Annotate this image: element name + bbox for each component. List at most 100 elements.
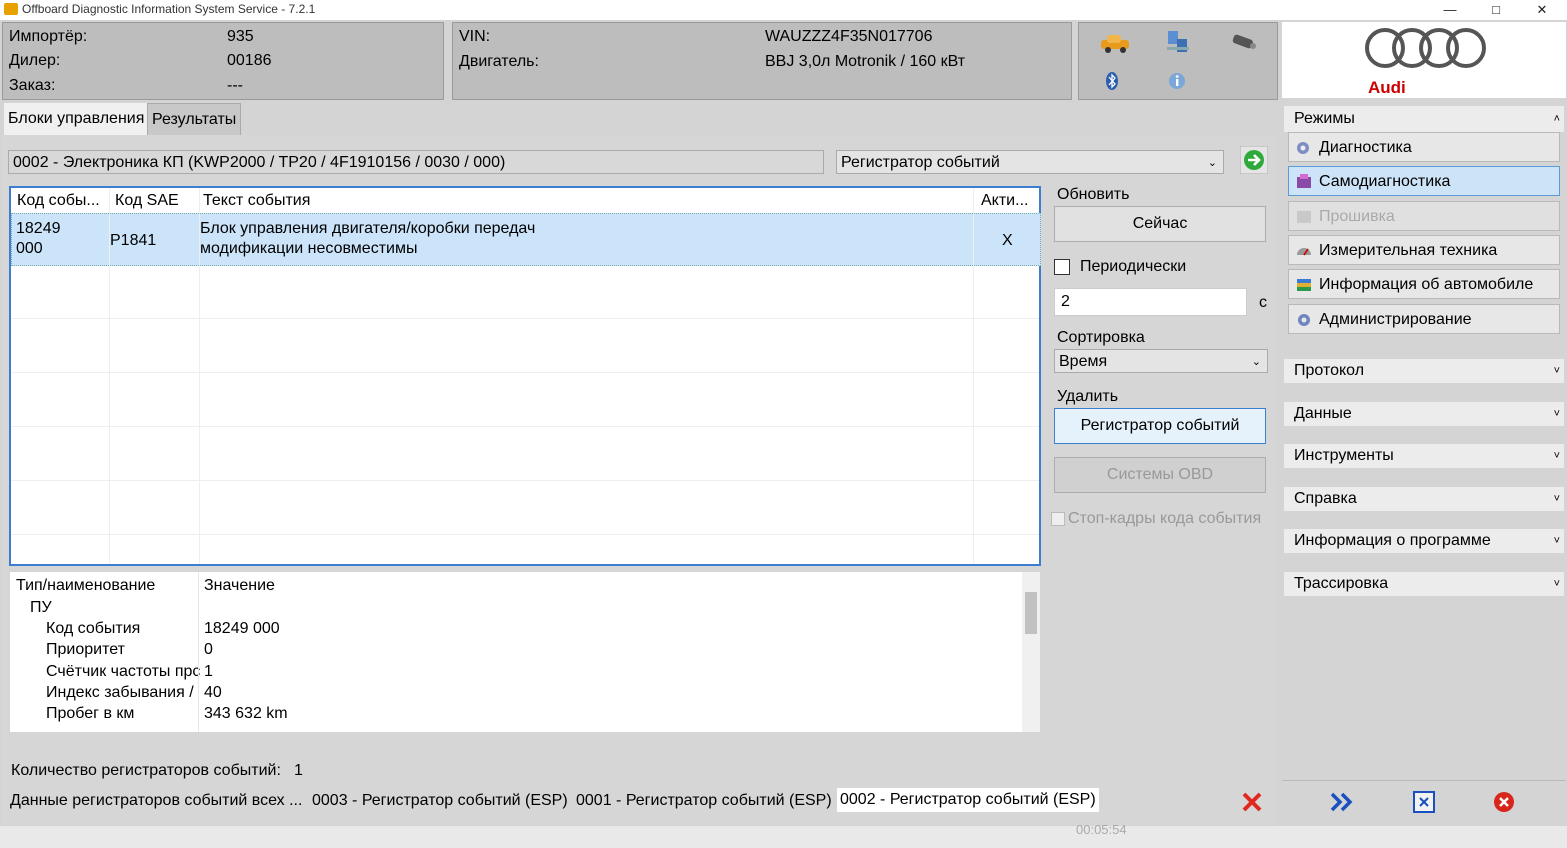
control-unit-field[interactable]: 0002 - Электроника КП (KWP2000 / TP20 / … [8, 150, 824, 174]
mode-label: Диагностика [1319, 139, 1412, 156]
mode-label: Самодиагностика [1319, 173, 1451, 190]
bluetooth-icon[interactable] [1105, 71, 1119, 91]
delete-event-recorder-button[interactable]: Регистратор событий [1054, 408, 1266, 444]
freeze-frame-checkbox[interactable] [1051, 512, 1065, 526]
dealer-value: 00186 [227, 52, 272, 69]
chevron-down-icon: ˅ [1553, 535, 1560, 547]
stethoscope-icon [1297, 142, 1309, 154]
chevron-down-icon: ˅ [1553, 450, 1560, 462]
section-label: Данные [1294, 405, 1352, 422]
screenshot-icon[interactable] [1410, 788, 1438, 816]
row-active: X [1002, 232, 1013, 249]
vin-value: WAUZZZ4F35N017706 [765, 28, 933, 45]
section-tools[interactable]: Инструменты ˅ [1284, 444, 1564, 468]
mode-label: Информация об автомобиле [1319, 276, 1534, 293]
details-scrollbar[interactable] [1022, 572, 1040, 732]
recorder-link-0001[interactable]: 0001 - Регистратор событий (ESP) [576, 792, 832, 810]
gauge-icon [1297, 248, 1311, 256]
brand-area: Audi [1282, 22, 1566, 98]
vci-connector-icon[interactable] [1229, 33, 1259, 53]
self-diagnostics-icon [1297, 174, 1311, 188]
col-header-text[interactable]: Текст события [203, 188, 310, 214]
section-protocol[interactable]: Протокол ˅ [1284, 359, 1564, 383]
mode-measurement[interactable]: Измерительная техника [1288, 235, 1560, 265]
row-sae: P1841 [110, 232, 157, 249]
col-header-code[interactable]: Код собы... [17, 188, 100, 214]
mode-administration[interactable]: Администрирование [1288, 304, 1560, 334]
chevron-down-icon: ˅ [1553, 408, 1560, 420]
detail-value-3: 40 [204, 684, 222, 701]
freeze-frame-label: Стоп-кадры кода события [1068, 510, 1262, 527]
detail-name-4: Пробег в км [46, 705, 135, 722]
title-bar: Offboard Diagnostic Information System S… [0, 0, 1567, 20]
close-window-button[interactable]: ✕ [1520, 0, 1564, 20]
minimize-button[interactable]: — [1428, 0, 1472, 20]
audi-rings-logo [1365, 28, 1486, 68]
mode-select[interactable]: Регистратор событий ⌄ [836, 150, 1224, 174]
delete-obd-button[interactable]: Системы OBD [1054, 457, 1266, 493]
chevron-down-icon: ˅ [1553, 365, 1560, 377]
detail-name-2: Счётчик частоты прс [46, 663, 200, 680]
section-help[interactable]: Справка ˅ [1284, 487, 1564, 511]
row-code2: 000 [16, 240, 43, 257]
col-header-sae[interactable]: Код SAE [115, 188, 179, 214]
section-about[interactable]: Информация о программе ˅ [1284, 529, 1564, 553]
network-icon[interactable] [1165, 29, 1191, 55]
section-trace[interactable]: Трассировка ˅ [1284, 572, 1564, 596]
flash-icon [1297, 211, 1311, 223]
section-label: Трассировка [1294, 575, 1389, 592]
mode-diagnostics[interactable]: Диагностика [1288, 132, 1560, 162]
count-value: 1 [294, 762, 303, 779]
section-data[interactable]: Данные ˅ [1284, 402, 1564, 426]
chevron-down-icon: ˅ [1553, 493, 1560, 505]
go-button[interactable] [1240, 146, 1268, 174]
interval-unit: с [1259, 294, 1267, 311]
detail-name-1: Приоритет [46, 641, 125, 658]
section-label: Справка [1294, 490, 1357, 507]
interval-input[interactable]: 2 [1054, 288, 1247, 316]
status-bar: 00:05:54 [0, 822, 1567, 848]
col-header-active[interactable]: Акти... [981, 188, 1028, 214]
order-label: Заказ: [9, 77, 56, 94]
chevron-down-icon: ˅ [1553, 578, 1560, 590]
gear-icon [1298, 314, 1310, 326]
recorder-link-0002[interactable]: 0002 - Регистратор событий (ESP) [837, 788, 1099, 812]
detail-value-1: 0 [204, 641, 213, 658]
periodic-checkbox[interactable] [1054, 259, 1070, 275]
info-icon[interactable] [1167, 71, 1187, 91]
scrollbar-thumb[interactable] [1025, 592, 1037, 634]
modes-header[interactable]: Режимы ˄ [1284, 106, 1564, 132]
sort-select-value: Время [1059, 353, 1108, 370]
refresh-now-button[interactable]: Сейчас [1054, 206, 1266, 242]
chevron-down-icon: ⌄ [1251, 356, 1261, 368]
engine-value: BBJ 3,0л Motronik / 160 кВт [765, 53, 966, 70]
close-red-x-icon[interactable] [1240, 790, 1264, 814]
details-col-value: Значение [204, 577, 275, 594]
event-table[interactable]: Код собы... Код SAE Текст события Акти..… [9, 186, 1041, 566]
exit-icon[interactable] [1492, 790, 1516, 814]
detail-value-4: 343 632 km [204, 705, 288, 722]
mode-self-diagnostics[interactable]: Самодиагностика [1288, 166, 1560, 196]
window-title: Offboard Diagnostic Information System S… [22, 2, 316, 16]
car-icon[interactable] [1099, 33, 1131, 53]
vin-label: VIN: [459, 28, 491, 45]
mode-vehicle-info[interactable]: Информация об автомобиле [1288, 269, 1560, 299]
table-row[interactable]: 18249 000 P1841 Блок управления двигател… [11, 213, 1041, 266]
detail-name-3: Индекс забывания / [46, 684, 194, 701]
forward-double-arrow-icon[interactable] [1328, 790, 1358, 814]
details-table[interactable]: Тип/наименование Значение ПУ Код события… [10, 572, 1040, 732]
maximize-button[interactable]: □ [1474, 0, 1518, 20]
recorder-link-0003[interactable]: 0003 - Регистратор событий (ESP) [312, 792, 568, 810]
sort-select[interactable]: Время ⌄ [1054, 349, 1268, 373]
tab-control-units[interactable]: Блоки управления [4, 103, 149, 135]
mode-label: Администрирование [1319, 311, 1472, 328]
tab-results[interactable]: Результаты [147, 103, 242, 137]
section-label: Информация о программе [1294, 532, 1491, 549]
details-col-name: Тип/наименование [16, 577, 156, 594]
mode-flashing[interactable]: Прошивка [1288, 201, 1560, 231]
delete-group-label: Удалить [1057, 388, 1119, 405]
status-icons-panel [1078, 22, 1278, 100]
session-time: 00:05:54 [1076, 822, 1127, 837]
row-text1: Блок управления двигателя/коробки переда… [200, 220, 536, 237]
periodic-label: Периодически [1080, 258, 1187, 275]
